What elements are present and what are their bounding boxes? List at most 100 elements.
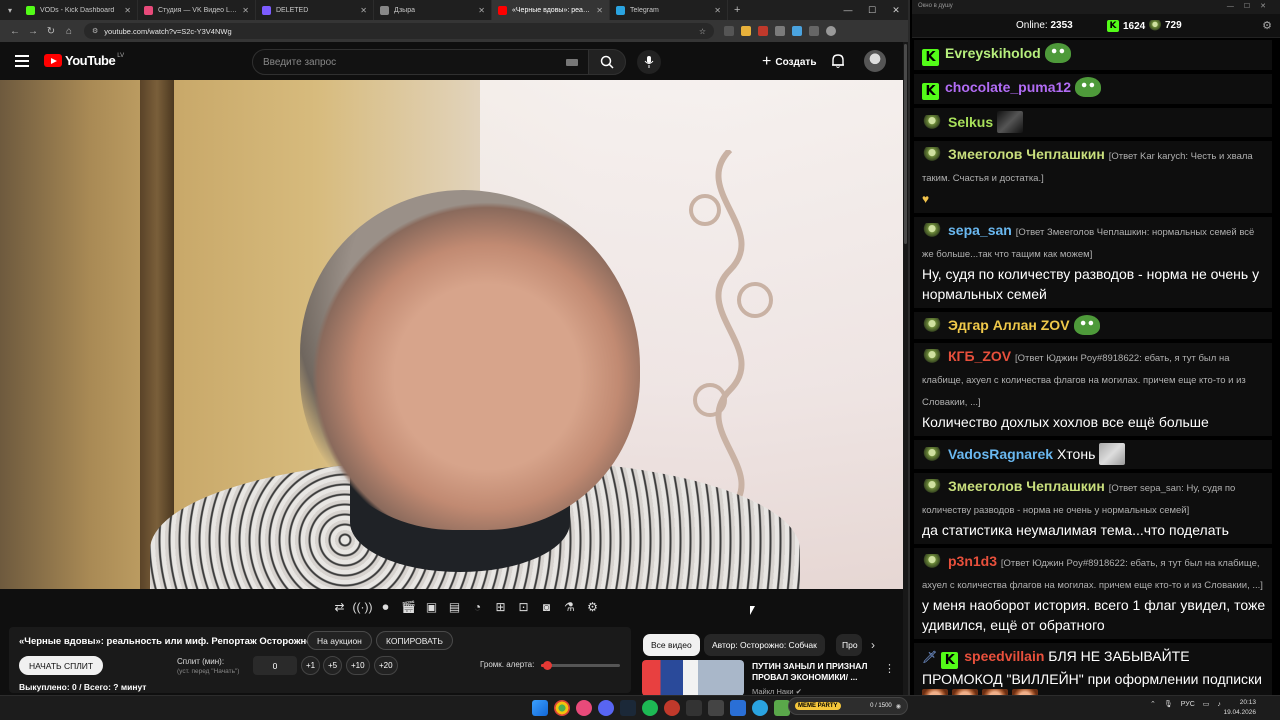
chip-author[interactable]: Автор: Осторожно: Собчак	[704, 634, 825, 656]
copy-button[interactable]: КОПИРОВАТЬ	[376, 631, 453, 650]
browser-tab[interactable]: Дзыра ✕	[374, 0, 492, 20]
spotify-icon[interactable]	[642, 700, 658, 716]
related-video-title[interactable]: ПУТИН ЗАНЫЛ И ПРИЗНАЛ ПРОВАЛ ЭКОНОМИКИ/ …	[752, 661, 876, 683]
extension-icon[interactable]	[758, 26, 768, 36]
scrollbar-thumb[interactable]	[904, 44, 907, 244]
meme-party-settings-icon[interactable]: ◉	[896, 703, 901, 710]
chevron-up-icon[interactable]: ⌃	[1150, 700, 1156, 708]
extension-icon[interactable]	[775, 26, 785, 36]
increment-5-button[interactable]: +5	[323, 656, 343, 675]
chat-username[interactable]: Эдгар Аллан ZOV	[948, 317, 1070, 333]
minimize-icon[interactable]: —	[836, 0, 860, 20]
url-field[interactable]: ⚙ youtube.com/watch?v=S2c-Y3V4NWg ☆	[84, 23, 714, 39]
chip-partial[interactable]: Про	[836, 634, 862, 656]
extension-icon[interactable]	[792, 26, 802, 36]
app-icon[interactable]	[686, 700, 702, 716]
keyboard-icon[interactable]	[566, 58, 578, 66]
profile-icon[interactable]	[826, 26, 836, 36]
chat-username[interactable]: Evreyskiholod	[945, 45, 1041, 61]
forward-icon[interactable]: →	[24, 26, 42, 37]
broadcast-icon[interactable]: ((·))	[353, 598, 373, 617]
reload-icon[interactable]: ↻	[42, 26, 60, 37]
chat-username[interactable]: Змееголов Чеплашкин	[948, 146, 1105, 162]
maximize-icon[interactable]: ☐	[860, 0, 884, 20]
bookmark-star-icon[interactable]: ☆	[699, 27, 706, 36]
camera-record-icon[interactable]: ⏺	[376, 598, 395, 617]
chat-username[interactable]: p3n1d3	[948, 553, 997, 569]
notifications-bell-icon[interactable]	[830, 53, 846, 69]
filmstrip-icon[interactable]: ▤	[445, 598, 464, 617]
browser-tab[interactable]: Telegram ✕	[610, 0, 728, 20]
increment-20-button[interactable]: +20	[374, 656, 398, 675]
crop-icon[interactable]: ⊡	[514, 598, 533, 617]
alert-volume-slider[interactable]	[541, 661, 620, 670]
extension-icon[interactable]	[724, 26, 734, 36]
clapperboard-icon[interactable]: 🎬︎	[399, 598, 418, 617]
search-input[interactable]: Введите запрос	[252, 49, 589, 75]
microphone-tray-icon[interactable]: 🎙︎	[1164, 700, 1173, 708]
home-icon[interactable]: ⌂	[60, 26, 78, 37]
chat-settings-icon[interactable]: ⚙	[1262, 19, 1272, 32]
browser-tab[interactable]: Студия — VK Видео Live ✕	[138, 0, 256, 20]
loop-icon[interactable]: ⇄	[330, 598, 349, 617]
menu-icon[interactable]	[15, 55, 29, 67]
create-button[interactable]: + Создать	[752, 49, 826, 75]
network-icon[interactable]: ▭	[1203, 700, 1210, 708]
close-tab-icon[interactable]: ✕	[714, 6, 721, 15]
voice-search-button[interactable]	[637, 50, 661, 74]
split-minutes-input[interactable]: 0	[253, 656, 297, 675]
chat-username[interactable]: chocolate_puma12	[945, 79, 1071, 95]
app-icon[interactable]	[708, 700, 724, 716]
chat-username[interactable]: Selkus	[948, 114, 993, 130]
chip-all-videos[interactable]: Все видео	[643, 634, 700, 656]
app-icon[interactable]	[664, 700, 680, 716]
close-tab-icon[interactable]: ✕	[360, 6, 367, 15]
volume-handle[interactable]	[542, 661, 552, 670]
add-clip-icon[interactable]: ⊞	[491, 598, 510, 617]
system-clock[interactable]: 20:13 19.04.2026	[1223, 698, 1256, 718]
volume-icon[interactable]: ♪	[1217, 701, 1221, 708]
meme-party-widget[interactable]: MEME PARTY 0 / 1500 ◉	[788, 697, 908, 715]
close-tab-icon[interactable]: ✕	[242, 6, 249, 15]
site-info-icon[interactable]: ⚙	[92, 27, 98, 35]
increment-1-button[interactable]: +1	[301, 656, 321, 675]
extension-icon[interactable]	[741, 26, 751, 36]
close-tab-icon[interactable]: ✕	[124, 6, 131, 15]
start-split-button[interactable]: НАЧАТЬ СПЛИТ	[19, 656, 104, 675]
search-button[interactable]	[588, 49, 626, 75]
video-player[interactable]	[0, 80, 903, 589]
app-icon[interactable]	[730, 700, 746, 716]
screenshot-icon[interactable]: ◙	[537, 598, 556, 617]
chevron-right-icon[interactable]: ›	[871, 638, 875, 652]
discord-icon[interactable]	[598, 700, 614, 716]
app-icon[interactable]	[576, 700, 592, 716]
chat-window-controls[interactable]: —☐✕	[1227, 2, 1276, 10]
extension-icon[interactable]	[809, 26, 819, 36]
settings-gear-icon[interactable]: ⚙	[583, 598, 602, 617]
chat-username[interactable]: КГБ_ZOV	[948, 348, 1011, 364]
language-indicator[interactable]: РУС	[1181, 701, 1195, 708]
chat-username[interactable]: speedvillain	[964, 648, 1044, 664]
account-avatar[interactable]	[864, 50, 886, 72]
browser-tab[interactable]: VODs - Kick Dashboard ✕	[20, 0, 138, 20]
start-menu-icon[interactable]	[532, 700, 548, 716]
close-window-icon[interactable]: ✕	[884, 0, 908, 20]
back-icon[interactable]: ←	[6, 26, 24, 37]
related-video-thumbnail[interactable]	[642, 660, 744, 696]
flask-icon[interactable]: ⚗	[560, 598, 579, 617]
close-tab-icon[interactable]: ✕	[478, 6, 485, 15]
new-tab-button[interactable]: +	[734, 4, 740, 16]
browser-tab[interactable]: «Черные вдовы»: реальность ✕	[492, 0, 610, 20]
auction-button[interactable]: На аукцион	[307, 631, 372, 650]
increment-10-button[interactable]: +10	[346, 656, 370, 675]
tab-search-icon[interactable]: ▾	[0, 0, 20, 20]
chrome-icon[interactable]	[554, 700, 570, 716]
chat-username[interactable]: sepa_san	[948, 222, 1012, 238]
close-tab-icon[interactable]: ✕	[596, 6, 603, 15]
youtube-logo[interactable]: YouTube LV	[44, 53, 124, 68]
telegram-icon[interactable]	[752, 700, 768, 716]
chat-username[interactable]: Змееголов Чеплашкин	[948, 478, 1105, 494]
more-options-icon[interactable]: ⋮	[884, 662, 895, 675]
chat-username[interactable]: VadosRagnarek	[948, 446, 1053, 462]
speed-gauge-icon[interactable]: ◔	[468, 598, 487, 617]
